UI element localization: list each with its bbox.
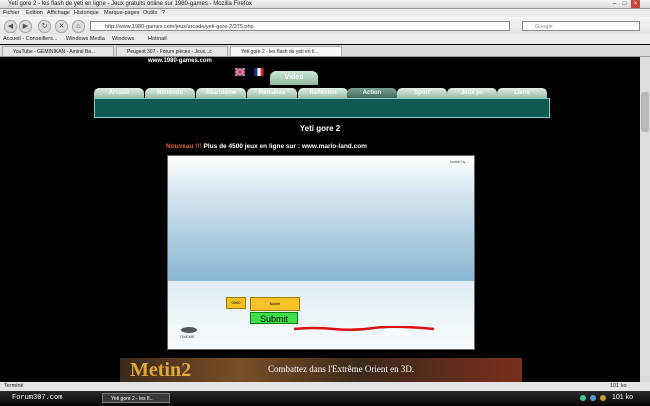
category-sport[interactable]: Sport <box>397 88 447 98</box>
category-jeux-pc[interactable]: Jeux pc <box>447 88 497 98</box>
menu-file[interactable]: Fichier <box>3 9 20 17</box>
menu-view[interactable]: Affichage <box>47 9 70 17</box>
tab-strip: YouTube - GEMINIKAN - Amiral Ba... Peuge… <box>0 45 650 57</box>
status-text: Terminé <box>4 383 24 389</box>
bookmarks-toolbar: Accueil - Conseillers... Windows Media W… <box>0 34 650 44</box>
category-reflexion[interactable]: Reflexion <box>298 88 348 98</box>
banner-text: Combattez dans l'Extrême Orient en 3D. <box>268 364 415 374</box>
window-title: Yeti gore 2 - les flash de yeti en ligne… <box>8 1 252 7</box>
bookmark-item[interactable]: Hotmail <box>148 34 167 44</box>
url-input[interactable]: http://www.1980-games.com/jeux/arcade/ye… <box>90 21 510 31</box>
game-caption: toolkit by ... <box>449 159 470 164</box>
menu-history[interactable]: Historique <box>74 9 99 17</box>
promo-text[interactable]: Plus de 4500 jeux en ligne sur : www.mar… <box>202 143 367 150</box>
minimize-icon[interactable]: – <box>610 0 619 8</box>
taskbar-firefox-item[interactable]: Yeti gore 2 - les fl... <box>102 393 170 403</box>
status-bar: Terminé 101 ko <box>0 382 650 391</box>
category-remakes[interactable]: Remakes <box>247 88 297 98</box>
close-icon[interactable]: × <box>631 0 640 8</box>
game-score-box: 0000 <box>226 297 246 309</box>
taskbar-clock: 101 ko <box>612 394 634 401</box>
bookmark-item[interactable]: Accueil - Conseillers... <box>3 34 57 44</box>
game-logo-text: ONEME <box>180 334 195 339</box>
menu-help[interactable]: ? <box>162 9 165 17</box>
game-snow-ground <box>168 281 474 349</box>
forum-watermark: Forum307.com <box>12 394 63 402</box>
site-url-text: www.1980-games.com <box>148 58 212 64</box>
ad-banner[interactable]: Metin2 Combattez dans l'Extrême Orient e… <box>120 358 522 382</box>
tab-youtube[interactable]: YouTube - GEMINIKAN - Amiral Ba... <box>2 46 114 56</box>
game-logo: ONEME <box>180 325 210 345</box>
game-frame[interactable]: toolkit by ... 0000 Name Submit ONEME <box>167 155 475 350</box>
maximize-icon[interactable]: □ <box>620 0 629 8</box>
sled-icon <box>181 327 197 333</box>
game-name-field[interactable]: Name <box>250 297 300 311</box>
menu-bookmarks[interactable]: Marque-pages <box>104 9 139 17</box>
video-button[interactable]: Video <box>270 71 318 85</box>
reload-button[interactable]: ↻ <box>38 20 51 33</box>
category-arcade[interactable]: Arcade <box>94 88 144 98</box>
promo-line: Nouveau !!! Plus de 4500 jeux en ligne s… <box>166 143 367 150</box>
scrollbar-thumb[interactable] <box>641 92 649 132</box>
tray-network-icon[interactable] <box>580 395 586 401</box>
tray-volume-icon[interactable] <box>590 395 596 401</box>
blood-trail-icon <box>294 326 434 331</box>
promo-new-badge: Nouveau !!! <box>166 143 202 150</box>
category-subbar <box>94 98 550 118</box>
navigation-toolbar: ◀ ▶ ↻ ✕ ⌂ http://www.1980-games.com/jeux… <box>0 17 650 34</box>
page-title: Yeti gore 2 <box>299 124 341 133</box>
france-flag-icon[interactable] <box>254 68 264 76</box>
tab-peugeot-forum[interactable]: Peugeot 307 - Forum pièces - Jeux...c <box>116 46 228 56</box>
window-titlebar: Yeti gore 2 - les flash de yeti en ligne… <box>0 0 650 9</box>
home-button[interactable]: ⌂ <box>72 20 85 33</box>
category-action[interactable]: Action <box>347 88 397 98</box>
banner-logo: Metin2 <box>130 359 192 381</box>
taskbar: Forum307.com Yeti gore 2 - les fl... 101… <box>0 391 650 406</box>
menu-bar: Fichier Edition Affichage Historique Mar… <box>0 9 650 17</box>
game-submit-button[interactable]: Submit <box>250 312 298 324</box>
back-button[interactable]: ◀ <box>4 20 17 33</box>
game-sky <box>168 156 474 281</box>
category-liens[interactable]: Liens <box>497 88 547 98</box>
forward-button[interactable]: ▶ <box>19 20 32 33</box>
stop-button[interactable]: ✕ <box>55 20 68 33</box>
tray-update-icon[interactable] <box>600 395 606 401</box>
bookmark-item[interactable]: Windows <box>112 34 134 44</box>
search-input[interactable]: Google <box>522 21 640 31</box>
category-abandonware[interactable]: Abandonw <box>196 88 246 98</box>
menu-tools[interactable]: Outils <box>143 9 157 17</box>
status-size: 101 ko <box>610 383 627 389</box>
bookmark-item[interactable]: Windows Media <box>66 34 105 44</box>
category-nintendo[interactable]: Nintendo <box>145 88 195 98</box>
tab-yeti-gore[interactable]: Yeti gore 2 - les flash de yeti en li... <box>230 46 342 56</box>
uk-flag-icon[interactable] <box>235 68 245 76</box>
menu-edit[interactable]: Edition <box>26 9 43 17</box>
